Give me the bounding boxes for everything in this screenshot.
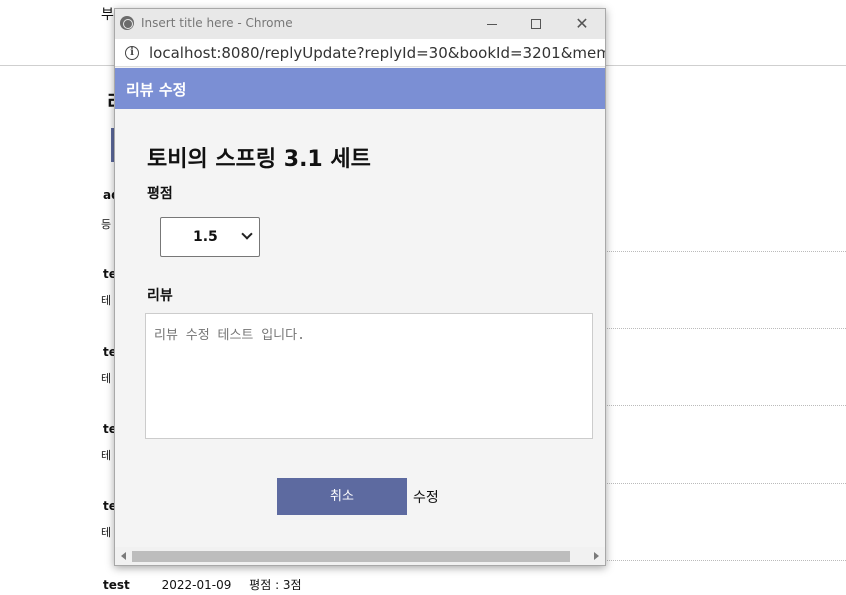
close-icon: ✕ xyxy=(575,14,589,33)
review-rating: 평점 : 3점 xyxy=(249,578,302,592)
review-content: 등 xyxy=(101,218,112,231)
maximize-icon xyxy=(531,19,541,29)
cancel-button[interactable]: 취소 xyxy=(277,478,407,515)
window-titlebar[interactable]: Insert title here - Chrome ✕ xyxy=(115,9,605,39)
scrollbar-thumb[interactable] xyxy=(132,551,570,562)
minimize-icon xyxy=(487,23,497,25)
form-header-title: 리뷰 수정 xyxy=(126,81,187,99)
list-item: test 2022-01-09 평점 : 3점 xyxy=(103,576,302,593)
rating-select[interactable]: 1.5 xyxy=(160,217,260,257)
review-textarea[interactable] xyxy=(145,313,593,439)
review-content: 테 xyxy=(101,526,112,539)
url-text: localhost:8080/replyUpdate?replyId=30&bo… xyxy=(149,44,606,62)
review-author: test xyxy=(103,578,130,592)
close-button[interactable]: ✕ xyxy=(567,13,597,35)
review-content: 테 xyxy=(101,449,112,462)
maximize-button[interactable] xyxy=(521,13,551,35)
book-title: 토비의 스프링 3.1 세트 xyxy=(147,147,371,172)
scroll-left-icon[interactable] xyxy=(121,552,126,560)
chevron-down-icon xyxy=(241,228,253,240)
edit-button[interactable]: 수정 xyxy=(413,487,439,507)
address-bar[interactable]: i localhost:8080/replyUpdate?replyId=30&… xyxy=(115,39,605,67)
rating-label: 평점 xyxy=(147,186,173,202)
review-label: 리뷰 xyxy=(147,288,173,304)
horizontal-scrollbar[interactable] xyxy=(115,547,605,565)
review-content: 테 xyxy=(101,372,112,385)
globe-icon xyxy=(120,16,134,30)
form-header: 리뷰 수정 xyxy=(115,68,605,109)
minimize-button[interactable] xyxy=(477,13,507,35)
scroll-right-icon[interactable] xyxy=(594,552,599,560)
background-text-fragment: 부 xyxy=(101,7,114,23)
info-icon[interactable]: i xyxy=(125,46,139,60)
popup-window: Insert title here - Chrome ✕ i localhost… xyxy=(114,8,606,566)
review-content: 테 xyxy=(101,294,112,307)
window-title: Insert title here - Chrome xyxy=(141,16,293,30)
review-date: 2022-01-09 xyxy=(161,578,232,592)
rating-value: 1.5 xyxy=(193,229,218,245)
